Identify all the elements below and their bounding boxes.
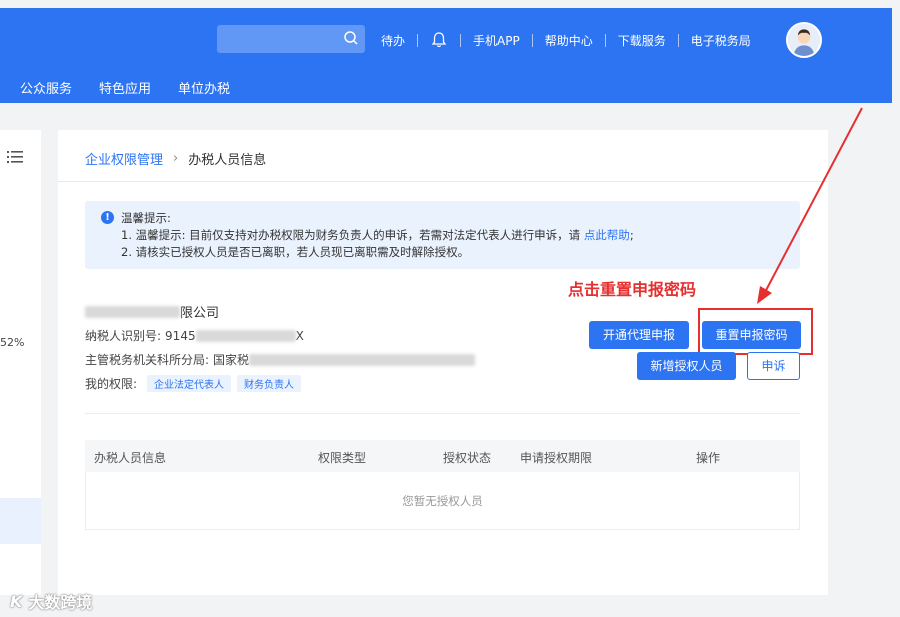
table-header: 办税人员信息 权限类型 授权状态 申请授权期限 操作	[85, 440, 800, 472]
main-nav: 公众服务 特色应用 单位办税	[20, 78, 257, 97]
notice-line-1-text: 1. 温馨提示: 目前仅支持对办税权限为财务负责人的申诉，若需对法定代表人进行申…	[121, 228, 581, 242]
nav-featured-apps[interactable]: 特色应用	[99, 78, 151, 97]
search-input[interactable]	[217, 25, 365, 53]
column-header: 申请授权期限	[520, 451, 593, 465]
appeal-button[interactable]: 申诉	[747, 352, 800, 380]
avatar[interactable]	[786, 22, 822, 58]
redacted-text	[85, 305, 180, 318]
open-agent-button[interactable]: 开通代理申报	[589, 321, 689, 349]
search-icon[interactable]	[343, 30, 359, 46]
highlight-box	[698, 308, 813, 355]
divider	[460, 33, 462, 47]
taxpayer-id-prefix: 9145	[165, 328, 196, 343]
main-card: 企业权限管理 › 办税人员信息 ! 温馨提示: 1. 温馨提示: 目前仅支持对办…	[58, 130, 828, 595]
my-rights-label: 我的权限:	[85, 377, 138, 391]
redacted-text	[249, 353, 476, 366]
link-download[interactable]: 下载服务	[618, 32, 666, 49]
divider	[417, 33, 419, 47]
my-rights-row: 我的权限: 企业法定代表人 财务负责人	[85, 375, 307, 392]
divider	[531, 33, 533, 47]
tax-authority-prefix: 国家税	[213, 353, 250, 367]
divider	[677, 33, 679, 47]
progress-percent: 52%	[0, 336, 25, 349]
notice-line-2: 2. 请核实已授权人员是否已离职，若人员现已离职需及时解除授权。	[121, 245, 470, 259]
watermark-text: 大数跨境	[28, 593, 93, 612]
breadcrumb-separator: ›	[173, 151, 179, 166]
left-sidebar: 52%	[0, 130, 41, 595]
link-help-center[interactable]: 帮助中心	[545, 32, 593, 49]
notice-line-1-suffix: ;	[629, 228, 634, 242]
redacted-text	[195, 329, 296, 342]
company-name: 限公司	[85, 302, 219, 321]
nav-unit-tax[interactable]: 单位办税	[178, 78, 230, 97]
taxpayer-id-label: 纳税人识别号:	[85, 329, 162, 343]
add-authorized-button[interactable]: 新增授权人员	[637, 352, 736, 380]
sidebar-active-item[interactable]	[0, 498, 41, 544]
empty-state-text: 您暂无授权人员	[402, 494, 483, 508]
tax-authority-label: 主管税务机关科所分局:	[85, 353, 210, 367]
watermark-logo: K	[10, 591, 23, 611]
list-icon[interactable]	[7, 150, 23, 164]
tax-authority-row: 主管税务机关科所分局: 国家税	[85, 351, 476, 368]
table-body: 您暂无授权人员	[85, 472, 800, 530]
divider	[85, 413, 800, 414]
nav-public-service[interactable]: 公众服务	[20, 78, 72, 97]
column-header: 办税人员信息	[94, 451, 167, 465]
top-links: 待办 手机APP 帮助中心 下载服务 电子税务局	[381, 30, 751, 50]
taxpayer-id-row: 纳税人识别号: 9145 X	[85, 327, 304, 344]
link-e-tax-bureau[interactable]: 电子税务局	[691, 32, 751, 49]
notice-line-1: 1. 温馨提示: 目前仅支持对办税权限为财务负责人的申诉，若需对法定代表人进行申…	[121, 227, 634, 243]
link-todo[interactable]: 待办	[381, 32, 405, 49]
bell-icon[interactable]	[430, 31, 448, 49]
rights-tag: 财务负责人	[237, 375, 302, 392]
link-mobile-app[interactable]: 手机APP	[473, 32, 520, 49]
breadcrumb: 企业权限管理 › 办税人员信息	[85, 149, 266, 168]
annotation-text: 点击重置申报密码	[568, 280, 697, 299]
column-header: 操作	[696, 451, 721, 465]
column-header: 授权状态	[443, 451, 492, 465]
breadcrumb-current: 办税人员信息	[188, 153, 267, 168]
divider	[58, 181, 828, 182]
watermark: K 大数跨境	[10, 589, 92, 613]
help-link[interactable]: 点此帮助	[584, 228, 630, 242]
divider	[604, 33, 606, 47]
top-header: 待办 手机APP 帮助中心 下载服务 电子税务局 公众服务 特色应用 单位办税	[0, 8, 892, 103]
info-icon: !	[101, 211, 114, 224]
company-name-suffix: 限公司	[180, 306, 220, 321]
column-header: 权限类型	[318, 451, 367, 465]
rights-tag: 企业法定代表人	[147, 375, 232, 392]
taxpayer-id-suffix: X	[295, 328, 304, 343]
breadcrumb-parent[interactable]: 企业权限管理	[85, 149, 163, 168]
notice-title: 温馨提示:	[121, 211, 171, 225]
notice-box: ! 温馨提示: 1. 温馨提示: 目前仅支持对办税权限为财务负责人的申诉，若需对…	[85, 201, 800, 269]
